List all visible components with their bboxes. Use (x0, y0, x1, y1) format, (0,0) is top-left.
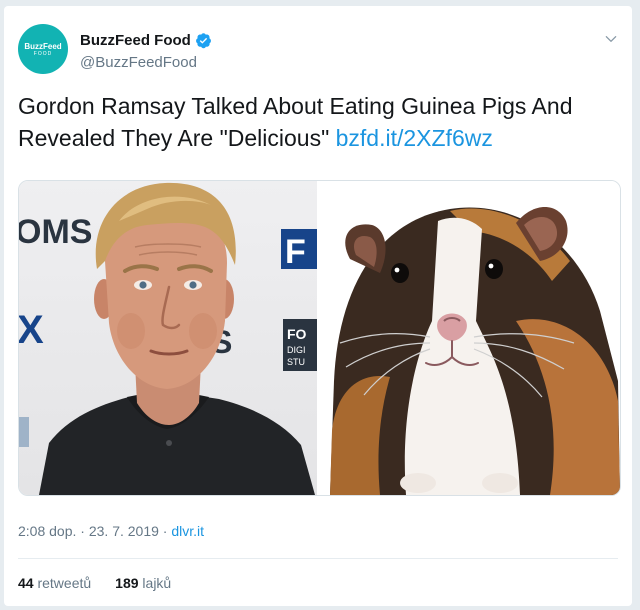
name-row: BuzzFeed Food (80, 30, 212, 50)
chevron-down-icon[interactable] (604, 32, 618, 46)
tweet-source-link[interactable]: dlvr.it (171, 523, 204, 539)
likes-stat[interactable]: 189 lajků (115, 575, 171, 591)
tweet-card: BuzzFeed FOOD BuzzFeed Food @BuzzFeedFoo… (4, 6, 632, 606)
likes-count: 189 (115, 575, 139, 591)
tweet-media[interactable]: OMS X S F FO DIGI STU (18, 180, 621, 496)
meta-separator-2: · (158, 523, 172, 539)
avatar-brand-text: BuzzFeed (24, 42, 62, 51)
backdrop-logo-f: F (285, 233, 306, 271)
backdrop-text-x: X (19, 308, 44, 352)
retweets-count: 44 (18, 575, 34, 591)
verified-badge-icon (195, 32, 211, 48)
backdrop-text-oms: OMS (19, 213, 92, 251)
retweets-label: retweetů (37, 575, 92, 591)
account-handle[interactable]: @BuzzFeedFood (80, 54, 197, 71)
tweet-header: BuzzFeed FOOD BuzzFeed Food @BuzzFeedFoo… (18, 24, 622, 80)
avatar-brand-subtext: FOOD (33, 51, 53, 57)
tweet-link[interactable]: bzfd.it/2XZf6wz (336, 125, 493, 151)
tweet-text: Gordon Ramsay Talked About Eating Guinea… (18, 90, 618, 154)
likes-label: lajků (142, 575, 172, 591)
meta-separator-1: · (76, 523, 89, 539)
person-photo[interactable]: OMS X S F FO DIGI STU (19, 181, 317, 495)
guinea-pig-photo[interactable] (320, 181, 620, 495)
display-name[interactable]: BuzzFeed Food (80, 32, 191, 49)
backdrop-logo-digi: DIGI (287, 345, 306, 355)
tweet-time[interactable]: 2:08 dop. (18, 523, 76, 539)
avatar[interactable]: BuzzFeed FOOD (18, 24, 68, 74)
backdrop-logo-fox: FO (287, 326, 307, 342)
backdrop-logo-stu: STU (287, 357, 305, 367)
divider (18, 558, 618, 559)
tweet-date[interactable]: 23. 7. 2019 (89, 523, 159, 539)
tweet-meta: 2:08 dop. · 23. 7. 2019 · dlvr.it (18, 523, 204, 539)
tweet-stats: 44 retweetů 189 lajků (18, 575, 195, 591)
retweets-stat[interactable]: 44 retweetů (18, 575, 91, 591)
